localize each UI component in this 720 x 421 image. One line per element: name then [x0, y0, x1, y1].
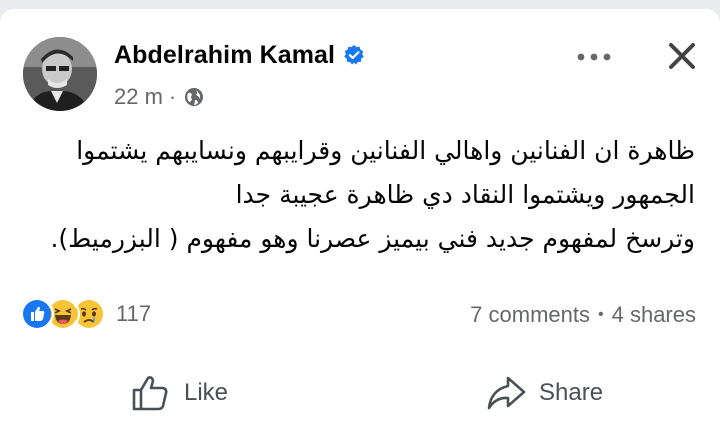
- thumbs-up-icon: [132, 376, 168, 411]
- reactions-summary[interactable]: 117: [20, 297, 151, 331]
- share-button[interactable]: Share: [485, 372, 603, 414]
- globe-icon: [185, 88, 204, 106]
- post-stats: 7 comments • 4 shares: [470, 302, 696, 328]
- avatar-photo: [23, 37, 97, 111]
- shares-count-link[interactable]: 4 shares: [612, 302, 696, 328]
- more-options-icon[interactable]: [574, 45, 614, 69]
- like-label: Like: [184, 379, 229, 406]
- author-row: Abdelrahim Kamal: [114, 37, 365, 73]
- like-button[interactable]: Like: [130, 372, 228, 414]
- share-label: Share: [539, 379, 604, 406]
- author-name[interactable]: Abdelrahim Kamal: [114, 41, 335, 70]
- post-text: ظاهرة ان الفنانين واهالي الفنانين وقرايب…: [28, 129, 695, 261]
- close-icon[interactable]: [665, 39, 699, 73]
- reaction-count[interactable]: 117: [116, 301, 151, 327]
- share-arrow-icon: [487, 376, 526, 410]
- comments-count-link[interactable]: 7 comments: [470, 302, 590, 328]
- post-text-line: وترسخ لمفهوم جديد فني بيميز عصرنا وهو مف…: [50, 224, 695, 253]
- stats-separator: •: [598, 306, 604, 323]
- post-meta: 22 m ·: [114, 84, 204, 110]
- like-reaction-icon: [20, 297, 54, 331]
- verified-badge-icon: [344, 44, 364, 65]
- post-text-line: ظاهرة ان الفنانين واهالي الفنانين وقرايب…: [76, 136, 695, 165]
- meta-separator: ·: [168, 84, 177, 109]
- post-card: Abdelrahim Kamal 22 m · ظاهرة ان الفناني…: [0, 9, 720, 421]
- post-time[interactable]: 22 m: [114, 84, 163, 110]
- post-text-line: الجمهور ويشتموا النقاد دي ظاهرة عجيبة جد…: [235, 180, 695, 209]
- author-avatar[interactable]: [23, 37, 97, 111]
